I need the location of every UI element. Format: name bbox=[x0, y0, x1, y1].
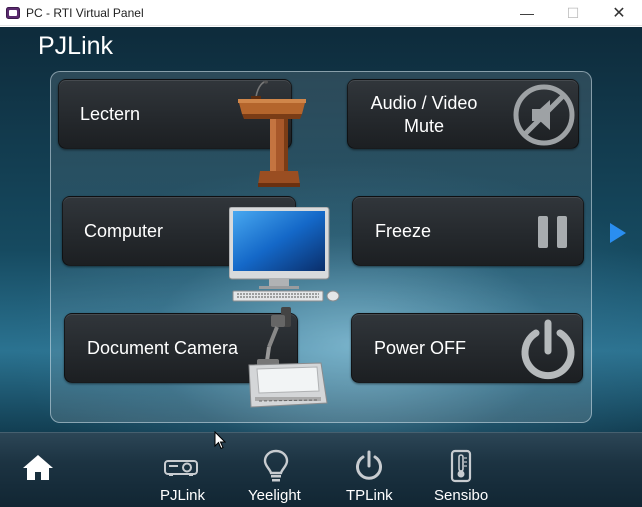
freeze-button[interactable]: Freeze bbox=[352, 196, 584, 266]
nav-pjlink[interactable]: PJLink bbox=[150, 433, 214, 507]
mouse-cursor-icon bbox=[214, 431, 226, 450]
av-mute-button[interactable]: Audio / Video Mute bbox=[347, 79, 579, 149]
document-camera-label: Document Camera bbox=[87, 338, 239, 358]
speaker-muted-icon bbox=[513, 84, 575, 146]
nav-home[interactable] bbox=[18, 433, 62, 507]
power-icon bbox=[521, 319, 575, 380]
bottom-nav-bar: PJLink Yeelight TPLink Sensibo bbox=[0, 432, 642, 507]
nav-tplink-label: TPLink bbox=[346, 487, 393, 504]
projector-icon bbox=[164, 460, 198, 476]
minimize-button[interactable]: — bbox=[504, 0, 550, 26]
thermometer-icon bbox=[450, 449, 472, 483]
window-title: PC - RTI Virtual Panel bbox=[26, 5, 144, 20]
document-camera-icon bbox=[248, 307, 328, 408]
lectern-label: Lectern bbox=[80, 104, 141, 124]
power-off-button[interactable]: Power OFF bbox=[351, 313, 583, 383]
nav-pjlink-label: PJLink bbox=[160, 487, 206, 504]
rti-app-icon bbox=[6, 6, 20, 19]
lectern-icon bbox=[238, 80, 306, 187]
av-mute-label-line2: Mute bbox=[403, 116, 445, 136]
play-arrow-icon[interactable] bbox=[609, 222, 627, 244]
window-titlebar: PC - RTI Virtual Panel — ☐ ✕ bbox=[0, 0, 642, 26]
desktop-computer-icon bbox=[229, 207, 340, 302]
nav-yeelight-label: Yeelight bbox=[248, 487, 301, 504]
computer-label: Computer bbox=[84, 221, 164, 241]
nav-tplink[interactable]: TPLink bbox=[340, 433, 400, 507]
close-button[interactable]: ✕ bbox=[596, 0, 642, 26]
freeze-label: Freeze bbox=[375, 221, 432, 241]
nav-sensibo-label: Sensibo bbox=[434, 487, 489, 504]
home-icon bbox=[23, 455, 53, 480]
maximize-button[interactable]: ☐ bbox=[550, 0, 596, 26]
tplink-power-icon bbox=[356, 450, 382, 480]
av-mute-label-line1: Audio / Video bbox=[370, 93, 478, 113]
pause-icon bbox=[538, 216, 567, 248]
power-off-label: Power OFF bbox=[374, 338, 467, 358]
nav-sensibo[interactable]: Sensibo bbox=[430, 433, 496, 507]
page-title: PJLink bbox=[38, 32, 114, 60]
nav-yeelight[interactable]: Yeelight bbox=[244, 433, 314, 507]
light-bulb-icon bbox=[263, 449, 289, 482]
